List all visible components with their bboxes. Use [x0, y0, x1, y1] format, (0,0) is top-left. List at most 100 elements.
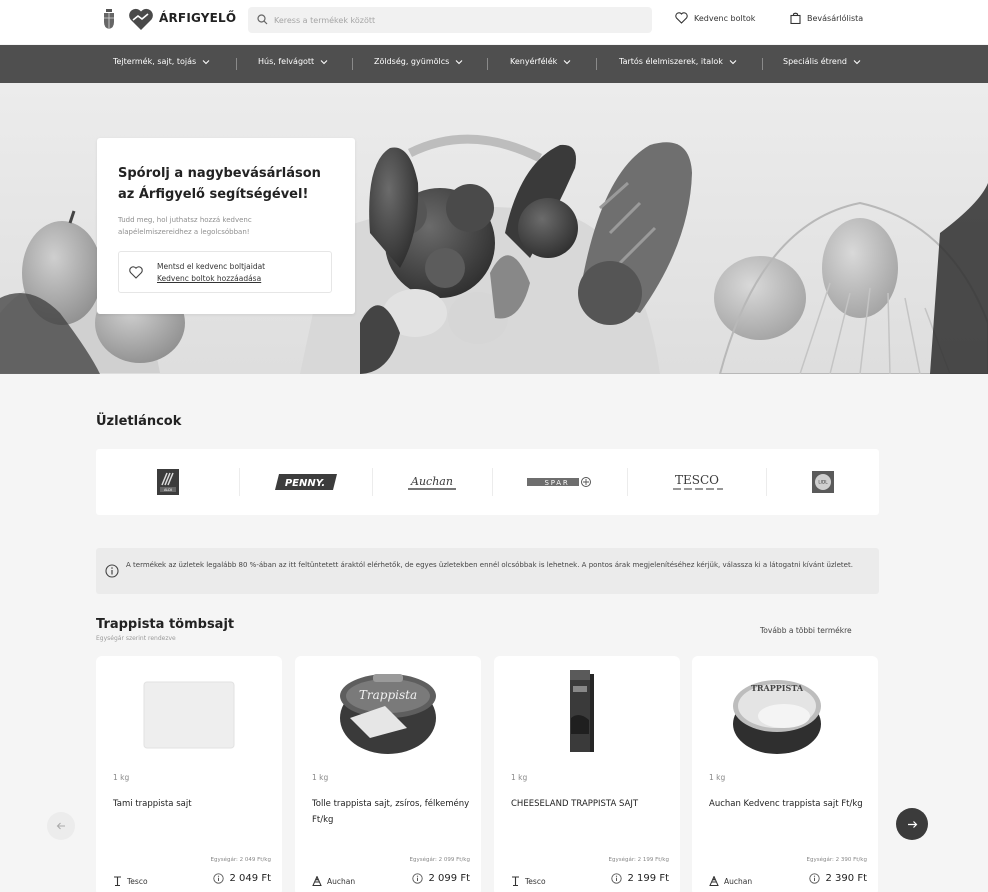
favorite-stores-text: Mentsd el kedvenc boltjaidat	[157, 262, 266, 271]
product-card[interactable]: TRAPPISTA 1 kg Auchan Kedvenc trappista …	[692, 656, 878, 892]
product-unit-price: Egységár: 2 099 Ft/kg	[409, 857, 470, 863]
nav-item-groceries[interactable]: Tartós élelmiszerek, italok	[619, 57, 737, 66]
tesco-store-icon	[512, 876, 519, 886]
auchan-store-icon	[709, 876, 719, 886]
product-name[interactable]: CHEESELAND TRAPPISTA SAJT	[511, 796, 671, 812]
heart-icon	[675, 12, 688, 24]
store-logo-spar[interactable]: SPAR	[492, 449, 627, 515]
product-price: 2 199 Ft	[610, 873, 669, 884]
product-card[interactable]: 1 kg Tami trappista sajt Egységár: 2 049…	[96, 656, 282, 892]
logo-heart-icon[interactable]	[128, 7, 154, 31]
favorite-stores-label: Kedvenc boltok	[694, 13, 756, 23]
arrow-left-icon	[56, 822, 65, 830]
product-store: Tesco	[511, 876, 546, 886]
favorite-stores-link[interactable]: Kedvenc boltok	[675, 12, 755, 24]
nav-separator	[596, 58, 597, 70]
product-price-value: 2 390 Ft	[825, 873, 867, 884]
info-icon	[105, 564, 119, 578]
nav-item-label: Hús, felvágott	[258, 57, 315, 66]
heart-icon	[129, 266, 143, 279]
product-card[interactable]: 1 kg CHEESELAND TRAPPISTA SAJT Egységár:…	[494, 656, 680, 892]
product-weight: 1 kg	[312, 773, 329, 782]
coat-of-arms-icon	[104, 9, 114, 29]
store-logo-auchan[interactable]: Auchan	[372, 449, 492, 515]
nav-item-label: Speciális étrend	[783, 57, 847, 66]
arrow-right-icon	[907, 820, 917, 828]
carousel-prev-button[interactable]	[47, 812, 75, 840]
product-section-title: Trappista tömbsajt	[96, 617, 235, 632]
product-unit-price: Egységár: 2 199 Ft/kg	[608, 857, 669, 863]
shopping-bag-icon	[790, 12, 801, 24]
chevron-down-icon	[455, 59, 463, 64]
svg-text:TRAPPISTA: TRAPPISTA	[751, 683, 804, 693]
product-price: 2 390 Ft	[808, 873, 867, 884]
chevron-down-icon	[729, 59, 737, 64]
shopping-list-link[interactable]: Bevásárlólista	[790, 12, 863, 24]
product-price-value: 2 199 Ft	[627, 873, 669, 884]
nav-separator	[352, 58, 353, 70]
nav-item-label: Zöldség, gyümölcs	[374, 57, 450, 66]
tesco-logo-text: TESCO	[674, 473, 718, 487]
store-logos-row: ALDI PENNY. Auchan SPAR TESCO LIDL	[96, 449, 879, 515]
nav-item-vegetables[interactable]: Zöldség, gyümölcs	[374, 57, 463, 66]
more-products-link[interactable]: Tovább a többi termékre	[760, 626, 852, 635]
stores-section-title: Üzletláncok	[96, 414, 182, 429]
auchan-store-icon	[312, 876, 322, 886]
favorite-stores-box[interactable]: Mentsd el kedvenc boltjaidat Kedvenc bol…	[118, 251, 332, 293]
spar-logo-text: SPAR	[544, 479, 569, 487]
auchan-logo-text: Auchan	[410, 475, 453, 488]
product-name[interactable]: Auchan Kedvenc trappista sajt Ft/kg	[709, 796, 869, 812]
store-logo-aldi[interactable]: ALDI	[96, 449, 239, 515]
product-store: Auchan	[709, 876, 752, 886]
product-price: 2 099 Ft	[411, 873, 470, 884]
chevron-down-icon	[202, 59, 210, 64]
product-name[interactable]: Tolle trappista sajt, zsíros, félkemény …	[312, 796, 472, 828]
auchan-logo-icon: Auchan	[408, 475, 456, 490]
info-icon[interactable]	[212, 873, 224, 884]
product-store: Auchan	[312, 876, 355, 886]
lidl-logo-text: LIDL	[818, 480, 828, 485]
chevron-down-icon	[320, 59, 328, 64]
product-weight: 1 kg	[709, 773, 726, 782]
aldi-logo-text: ALDI	[163, 488, 171, 492]
product-image: TRAPPISTA	[733, 680, 821, 754]
product-unit-price: Egységár: 2 390 Ft/kg	[806, 857, 867, 863]
product-price-value: 2 049 Ft	[229, 873, 271, 884]
search-input[interactable]	[274, 10, 644, 30]
search-icon	[257, 14, 268, 25]
store-logo-tesco[interactable]: TESCO	[627, 449, 766, 515]
spar-logo-icon: SPAR	[526, 477, 591, 487]
nav-item-bread[interactable]: Kenyérfélék	[510, 57, 571, 66]
product-weight: 1 kg	[113, 773, 130, 782]
category-nav: Tejtermék, sajt, tojás Hús, felvágott Zö…	[0, 45, 988, 83]
product-store-name: Auchan	[327, 876, 356, 886]
product-weight: 1 kg	[511, 773, 528, 782]
product-store: Tesco	[113, 876, 148, 886]
shopping-list-label: Bevásárlólista	[807, 13, 864, 23]
product-store-name: Tesco	[127, 876, 148, 886]
product-unit-price: Egységár: 2 049 Ft/kg	[210, 857, 271, 863]
penny-logo-icon: PENNY.	[274, 474, 337, 490]
product-card[interactable]: Trappista 1 kg Tolle trappista sajt, zsí…	[295, 656, 481, 892]
store-logo-lidl[interactable]: LIDL	[766, 449, 879, 515]
info-icon[interactable]	[411, 873, 423, 884]
hero-card: Spórolj a nagybevásárláson az Árfigyelő …	[97, 138, 355, 314]
tesco-store-icon	[114, 876, 121, 886]
nav-item-label: Kenyérfélék	[510, 57, 558, 66]
nav-item-dairy[interactable]: Tejtermék, sajt, tojás	[113, 57, 210, 66]
product-name[interactable]: Tami trappista sajt	[113, 796, 273, 812]
product-image	[143, 681, 235, 749]
add-favorite-stores-link[interactable]: Kedvenc boltok hozzáadása	[157, 274, 261, 283]
svg-text:Trappista: Trappista	[359, 688, 417, 702]
store-logo-penny[interactable]: PENNY.	[239, 449, 372, 515]
nav-item-special-diet[interactable]: Speciális étrend	[783, 57, 861, 66]
carousel-next-button[interactable]	[896, 808, 928, 840]
nav-item-meat[interactable]: Hús, felvágott	[258, 57, 328, 66]
info-icon[interactable]	[808, 873, 820, 884]
price-info-text: A termékek az üzletek legalább 80 %-ában…	[126, 561, 853, 569]
search-bar[interactable]	[248, 7, 652, 33]
info-icon[interactable]	[610, 873, 622, 884]
nav-item-label: Tejtermék, sajt, tojás	[113, 57, 197, 66]
logo-text[interactable]: ÁRFIGYELŐ	[159, 11, 236, 25]
product-image: Trappista	[340, 674, 436, 754]
